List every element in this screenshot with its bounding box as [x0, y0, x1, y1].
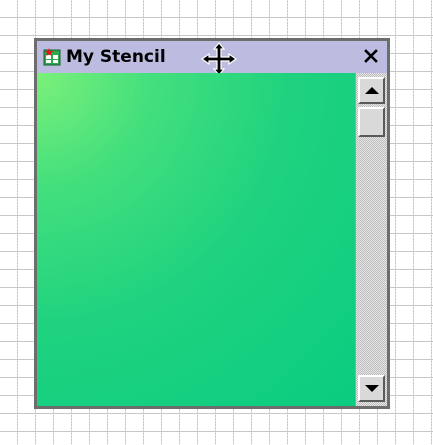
scroll-up-arrow-icon — [364, 87, 379, 94]
move-cursor-icon[interactable] — [199, 41, 239, 77]
close-icon — [364, 49, 378, 63]
close-button[interactable] — [360, 45, 382, 67]
stencil-app-icon — [43, 48, 61, 66]
vertical-scrollbar[interactable] — [355, 73, 387, 406]
scroll-up-button[interactable] — [358, 77, 385, 104]
scroll-thumb[interactable] — [358, 107, 385, 137]
title-bar[interactable]: My Stencil — [37, 41, 387, 76]
scroll-down-arrow-icon — [364, 385, 379, 392]
window-title: My Stencil — [66, 47, 166, 67]
scroll-down-button[interactable] — [358, 375, 385, 402]
stencil-window[interactable]: My Stencil — [34, 38, 390, 409]
stencil-shapes-area[interactable] — [37, 73, 355, 406]
